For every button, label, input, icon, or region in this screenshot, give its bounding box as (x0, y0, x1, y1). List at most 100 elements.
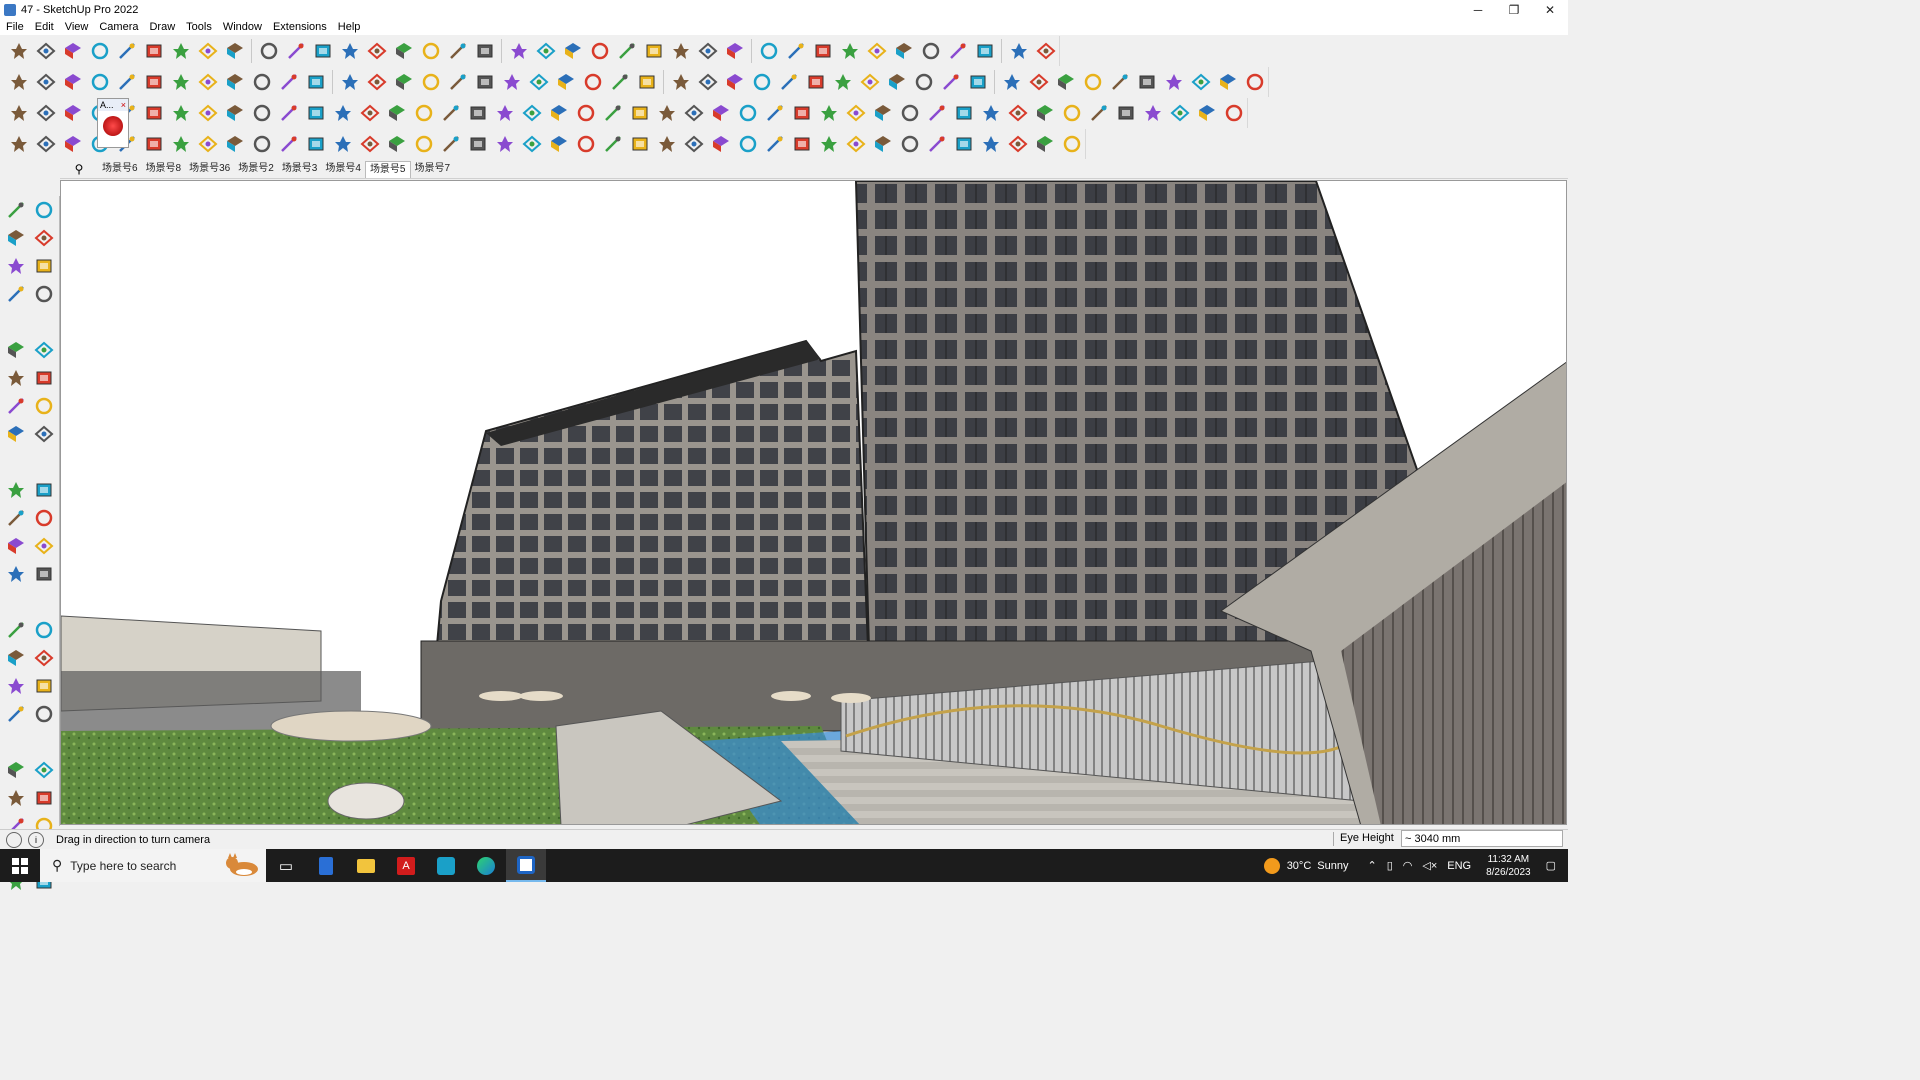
row2-tool-14-icon[interactable] (364, 69, 389, 95)
row2-tool-6-icon[interactable] (141, 69, 166, 95)
row2-tool-29-icon[interactable] (776, 69, 801, 95)
row1-tool-35-icon[interactable] (945, 38, 970, 64)
row3-tool-15-icon[interactable] (384, 100, 409, 126)
row3-tool-7-icon[interactable] (168, 100, 193, 126)
row2-tool-28-icon[interactable] (749, 69, 774, 95)
row1-tool-19-icon[interactable] (506, 38, 531, 64)
eraser-tool-icon[interactable] (30, 224, 58, 252)
row4-tool-10-icon[interactable] (249, 131, 274, 157)
row1-tool-15-icon[interactable] (391, 38, 416, 64)
file-explorer-app-icon[interactable] (346, 849, 386, 882)
follow-me-tool-icon[interactable] (30, 504, 58, 532)
sketchup-app-taskbar-icon[interactable] (506, 849, 546, 882)
row3-tool-26-icon[interactable] (681, 100, 706, 126)
row2-tool-40-icon[interactable] (1080, 69, 1105, 95)
row1-tool-37-icon[interactable] (1006, 38, 1031, 64)
row4-tool-39-icon[interactable] (1032, 131, 1057, 157)
row2-tool-1-icon[interactable] (6, 69, 31, 95)
menu-tools[interactable]: Tools (180, 21, 217, 33)
row2-tool-15-icon[interactable] (391, 69, 416, 95)
row3-tool-18-icon[interactable] (465, 100, 490, 126)
row1-tool-34-icon[interactable] (918, 38, 943, 64)
row3-tool-19-icon[interactable] (492, 100, 517, 126)
row1-tool-24-icon[interactable] (641, 38, 666, 64)
edge-browser-icon[interactable] (466, 849, 506, 882)
row1-tool-29-icon[interactable] (783, 38, 808, 64)
row3-tool-34-icon[interactable] (897, 100, 922, 126)
scene-tab-7[interactable]: 场景号5 (364, 160, 411, 178)
scene-tab-8[interactable]: 场景号7 (411, 161, 455, 177)
row1-tool-21-icon[interactable] (560, 38, 585, 64)
row3-tool-10-icon[interactable] (249, 100, 274, 126)
volume-icon[interactable]: ◁× (1422, 859, 1437, 872)
component-tool-icon[interactable] (2, 252, 30, 280)
rotated-rectangle-tool-icon[interactable] (30, 336, 58, 364)
row3-tool-38-icon[interactable] (1005, 100, 1030, 126)
language-indicator[interactable]: ENG (1447, 860, 1471, 872)
menu-help[interactable]: Help (332, 21, 366, 33)
three-point-arc-tool-icon[interactable] (30, 420, 58, 448)
row4-tool-33-icon[interactable] (870, 131, 895, 157)
drawing-viewport[interactable] (60, 180, 1567, 825)
previous-tool-icon[interactable] (30, 756, 58, 784)
scale-tool-icon[interactable] (2, 532, 30, 560)
row3-tool-1-icon[interactable] (6, 100, 31, 126)
row4-tool-30-icon[interactable] (789, 131, 814, 157)
row1-tool-25-icon[interactable] (668, 38, 693, 64)
row4-tool-18-icon[interactable] (465, 131, 490, 157)
line-tool-icon[interactable] (2, 280, 30, 308)
row3-tool-16-icon[interactable] (411, 100, 436, 126)
row1-tool-31-icon[interactable] (837, 38, 862, 64)
scene-tab-1[interactable]: 场景号6 (98, 161, 142, 177)
maximize-button[interactable]: ❐ (1496, 0, 1532, 19)
zoom-extents-tool-icon[interactable] (2, 756, 30, 784)
row2-tool-32-icon[interactable] (857, 69, 882, 95)
row3-tool-9-icon[interactable] (222, 100, 247, 126)
row2-tool-22-icon[interactable] (580, 69, 605, 95)
row3-tool-28-icon[interactable] (735, 100, 760, 126)
scene-tab-5[interactable]: 场景号3 (278, 161, 322, 177)
row3-tool-31-icon[interactable] (816, 100, 841, 126)
row3-tool-42-icon[interactable] (1113, 100, 1138, 126)
row4-tool-23-icon[interactable] (600, 131, 625, 157)
row2-tool-30-icon[interactable] (803, 69, 828, 95)
row2-tool-43-icon[interactable] (1161, 69, 1186, 95)
row3-tool-33-icon[interactable] (870, 100, 895, 126)
row3-tool-14-icon[interactable] (357, 100, 382, 126)
circle-tool-icon[interactable] (2, 364, 30, 392)
row4-tool-14-icon[interactable] (357, 131, 382, 157)
row2-tool-7-icon[interactable] (168, 69, 193, 95)
tape-tool-icon[interactable] (2, 560, 30, 588)
row4-tool-11-icon[interactable] (276, 131, 301, 157)
row2-tool-44-icon[interactable] (1188, 69, 1213, 95)
info-icon[interactable]: i (28, 832, 44, 848)
paint-bucket-tool-icon[interactable] (2, 224, 30, 252)
row2-tool-5-icon[interactable] (114, 69, 139, 95)
row1-tool-4-icon[interactable] (87, 38, 112, 64)
row3-tool-12-icon[interactable] (303, 100, 328, 126)
task-view-icon[interactable]: ▭ (266, 849, 306, 882)
row2-tool-26-icon[interactable] (695, 69, 720, 95)
weather-widget[interactable]: 30°C Sunny (1263, 857, 1348, 874)
row2-tool-10-icon[interactable] (249, 69, 274, 95)
row4-tool-1-icon[interactable] (6, 131, 31, 157)
axes-tool-icon[interactable] (2, 644, 30, 672)
scene-tab-3[interactable]: 场景号36 (185, 161, 234, 177)
row3-tool-41-icon[interactable] (1086, 100, 1111, 126)
row2-tool-41-icon[interactable] (1107, 69, 1132, 95)
row1-tool-23-icon[interactable] (614, 38, 639, 64)
row3-tool-29-icon[interactable] (762, 100, 787, 126)
look-around-tool-icon[interactable] (30, 784, 58, 812)
row2-tool-9-icon[interactable] (222, 69, 247, 95)
menu-window[interactable]: Window (217, 21, 267, 33)
row3-tool-24-icon[interactable] (627, 100, 652, 126)
row2-tool-13-icon[interactable] (337, 69, 362, 95)
row2-tool-12-icon[interactable] (303, 69, 328, 95)
row2-tool-4-icon[interactable] (87, 69, 112, 95)
row4-tool-28-icon[interactable] (735, 131, 760, 157)
row3-tool-37-icon[interactable] (978, 100, 1003, 126)
scene-search-icon[interactable]: ⚲ (60, 162, 98, 176)
row4-tool-2-icon[interactable] (33, 131, 58, 157)
row3-tool-30-icon[interactable] (789, 100, 814, 126)
meet-now-icon[interactable]: ▯ (1387, 859, 1393, 872)
